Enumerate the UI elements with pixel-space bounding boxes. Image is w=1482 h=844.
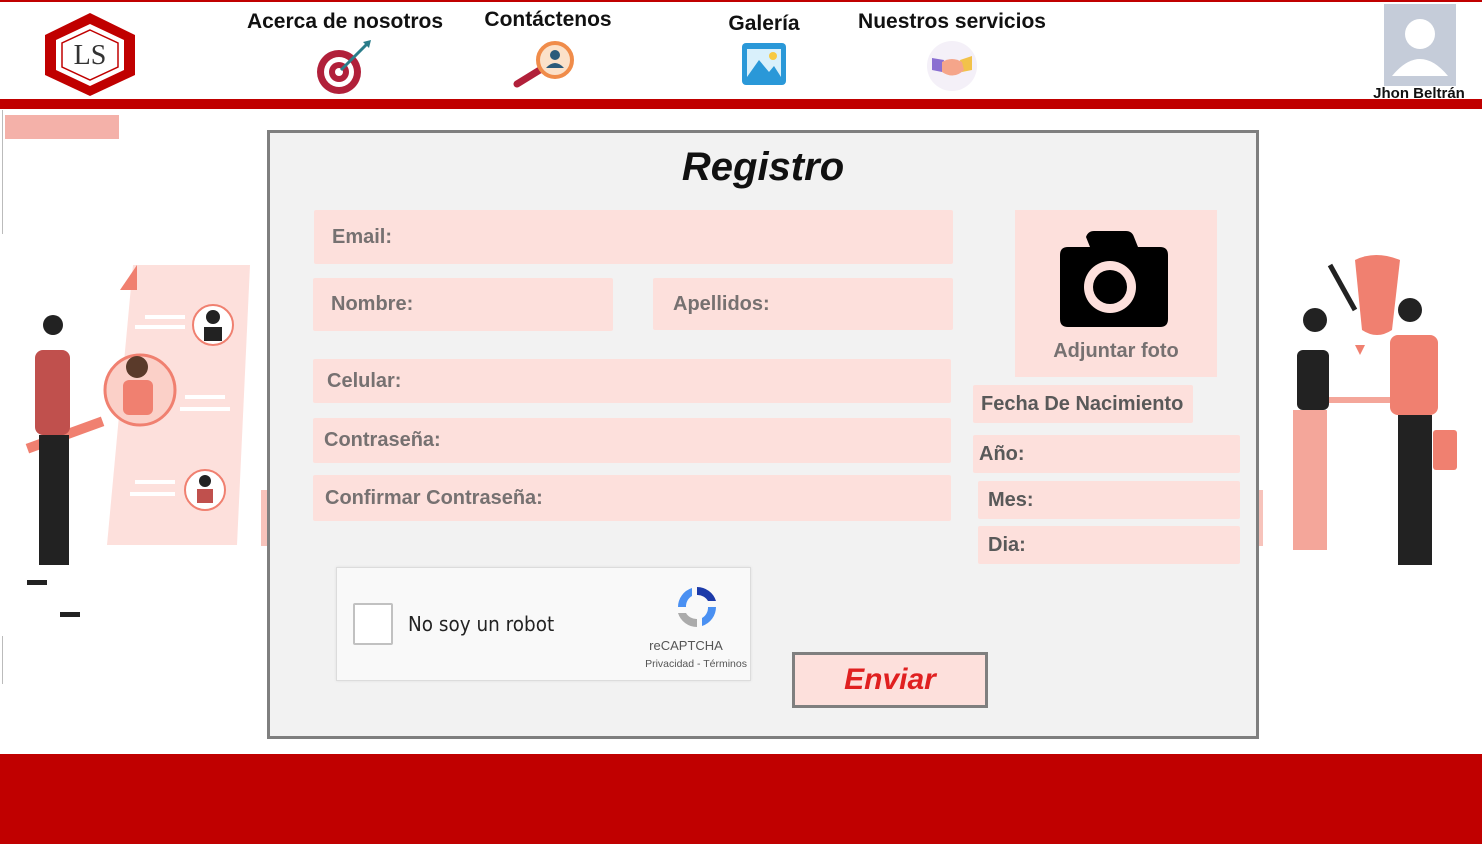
nombre-field[interactable]: Nombre: xyxy=(313,278,613,331)
registration-form: Registro Email: Nombre: Apellidos: Celul… xyxy=(267,130,1259,739)
divider-line xyxy=(2,110,3,234)
dia-field[interactable]: Dia: xyxy=(978,526,1240,564)
nombre-label: Nombre: xyxy=(331,293,414,315)
apellidos-field[interactable]: Apellidos: xyxy=(653,278,953,330)
nav-contact-label[interactable]: Contáctenos xyxy=(478,8,618,32)
handshake-icon[interactable] xyxy=(926,40,978,92)
nav-about[interactable]: Acerca de nosotros xyxy=(238,10,452,96)
contrasena-label: Contraseña: xyxy=(324,429,441,451)
recaptcha-widget: No soy un robot reCAPTCHA Privacidad - T… xyxy=(336,567,751,681)
target-icon[interactable] xyxy=(315,40,375,96)
enviar-button[interactable]: Enviar xyxy=(792,652,988,708)
recaptcha-brand: reCAPTCHA xyxy=(649,638,723,653)
handshake-illustration xyxy=(1293,255,1457,565)
header-red-bar xyxy=(0,99,1482,109)
confirmar-contrasena-field[interactable]: Confirmar Contraseña: xyxy=(313,475,951,521)
contrasena-field[interactable]: Contraseña: xyxy=(313,418,951,463)
email-field[interactable]: Email: xyxy=(314,210,953,264)
profiles-illustration xyxy=(25,265,250,617)
anio-label: Año: xyxy=(979,442,1025,465)
email-label: Email: xyxy=(332,225,393,248)
fecha-nacimiento-label: Fecha De Nacimiento xyxy=(973,385,1193,423)
nav-services-label[interactable]: Nuestros servicios xyxy=(852,10,1052,34)
confirmar-contrasena-label: Confirmar Contraseña: xyxy=(325,486,543,509)
recaptcha-links[interactable]: Privacidad - Términos xyxy=(607,658,747,670)
celular-label: Celular: xyxy=(327,369,402,392)
nav-contact[interactable]: Contáctenos xyxy=(478,8,618,92)
mes-field[interactable]: Mes: xyxy=(978,481,1240,519)
anio-field[interactable]: Año: xyxy=(973,435,1240,473)
nav-services[interactable]: Nuestros servicios xyxy=(852,10,1052,92)
nav-gallery-label[interactable]: Galería xyxy=(712,12,816,36)
apellidos-label: Apellidos: xyxy=(673,292,770,315)
fecha-nacimiento-text: Fecha De Nacimiento xyxy=(981,392,1184,415)
mes-label: Mes: xyxy=(988,488,1034,511)
magnifier-contact-icon[interactable] xyxy=(513,38,583,92)
image-gallery-icon[interactable] xyxy=(741,42,787,86)
recaptcha-label: No soy un robot xyxy=(408,612,555,636)
page-title: Registro xyxy=(681,145,845,189)
recaptcha-icon xyxy=(678,587,716,627)
dia-label: Dia: xyxy=(988,533,1026,556)
camera-icon[interactable] xyxy=(1052,231,1168,327)
photo-label: Adjuntar foto xyxy=(1053,340,1179,362)
celular-field[interactable]: Celular: xyxy=(313,359,951,403)
user-profile[interactable]: Jhon Beltrán xyxy=(1364,4,1474,102)
nav-about-label[interactable]: Acerca de nosotros xyxy=(238,10,452,34)
recaptcha-checkbox[interactable] xyxy=(353,603,393,645)
logo-text: LS xyxy=(74,40,107,71)
nav-gallery[interactable]: Galería xyxy=(712,12,816,86)
divider-line xyxy=(2,636,3,684)
avatar-icon xyxy=(1392,19,1448,76)
logo-icon[interactable]: LS xyxy=(40,10,140,98)
avatar[interactable] xyxy=(1384,4,1456,86)
header: LS Acerca de nosotros Contáctenos Galerí… xyxy=(0,2,1482,102)
footer-bar xyxy=(0,754,1482,844)
pink-tab xyxy=(5,115,119,139)
photo-upload[interactable]: Adjuntar foto xyxy=(1015,210,1217,377)
